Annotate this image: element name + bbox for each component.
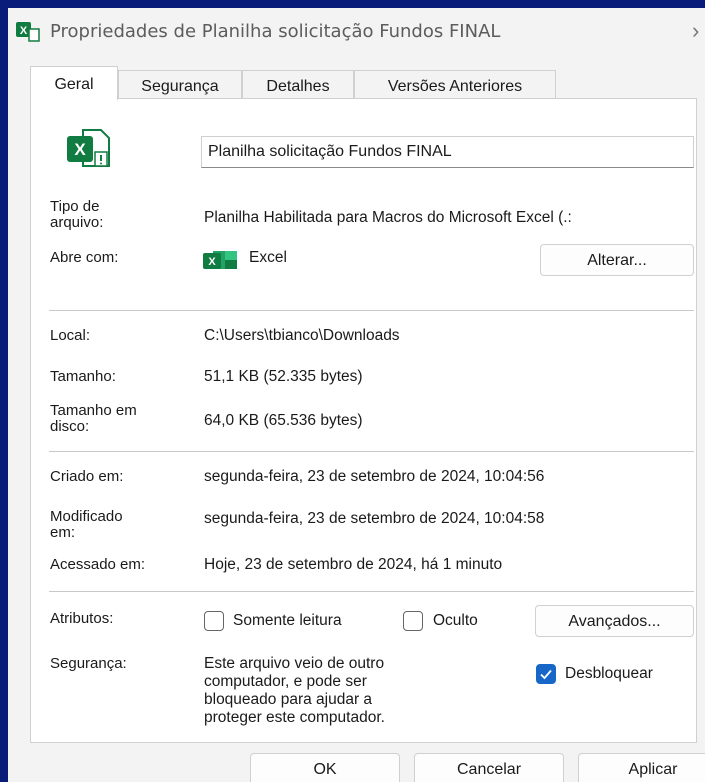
created-label: Criado em: — [50, 468, 124, 485]
tab-seguranca[interactable]: Segurança — [118, 70, 242, 98]
accessed-value: Hoje, 23 de setembro de 2024, há 1 minut… — [204, 556, 503, 573]
divider — [49, 451, 694, 452]
unblock-label: Desbloquear — [565, 665, 653, 682]
security-message-line: computador, e pode ser — [204, 673, 367, 690]
tab-detalhes-label: Detalhes — [266, 78, 330, 95]
dialog-footer: OK Cancelar Aplicar — [8, 743, 705, 782]
modified-label-line2: em: — [50, 524, 76, 541]
size-label: Tamanho: — [50, 368, 116, 385]
close-icon[interactable]: › — [692, 18, 699, 44]
unblock-checkbox[interactable] — [536, 664, 556, 684]
size-on-disk-value: 64,0 KB (65.536 bytes) — [204, 412, 363, 429]
advanced-button[interactable]: Avançados... — [535, 605, 694, 637]
title-bar: X Propriedades de Planilha solicitação F… — [8, 8, 705, 54]
file-type-label-line2: arquivo: — [50, 214, 104, 231]
size-value: 51,1 KB (52.335 bytes) — [204, 368, 363, 385]
size-on-disk-label: Tamanho em disco: — [50, 403, 137, 435]
excel-app-icon: X — [203, 249, 239, 271]
file-type-label-line1: Tipo de — [50, 198, 100, 215]
security-message-line: Este arquivo veio de outro — [204, 655, 385, 672]
modified-label: Modificado em: — [50, 509, 123, 541]
divider — [49, 310, 694, 311]
size-on-disk-label-line2: disco: — [50, 418, 90, 435]
tab-versoes-label: Versões Anteriores — [387, 78, 523, 95]
readonly-label: Somente leitura — [233, 612, 342, 629]
security-label: Segurança: — [50, 655, 127, 672]
modified-value: segunda-feira, 23 de setembro de 2024, 1… — [204, 510, 545, 527]
apply-button[interactable]: Aplicar — [578, 753, 705, 782]
security-message-line: bloqueado para ajudar a — [204, 691, 373, 708]
location-label: Local: — [50, 327, 91, 344]
hidden-checkbox[interactable] — [403, 611, 423, 631]
file-type-label: Tipo de arquivo: — [50, 199, 103, 231]
window-title: Propriedades de Planilha solicitação Fun… — [50, 21, 501, 42]
opens-with-app: Excel — [249, 249, 287, 266]
svg-text:X: X — [208, 256, 216, 268]
svg-text:X: X — [74, 140, 86, 159]
attributes-label: Atributos: — [50, 610, 114, 627]
file-name-input[interactable]: Planilha solicitação Fundos FINAL — [201, 136, 694, 168]
properties-dialog: X Propriedades de Planilha solicitação F… — [8, 8, 705, 782]
location-value: C:\Users\tbianco\Downloads — [204, 327, 400, 344]
ok-button[interactable]: OK — [250, 753, 400, 782]
size-on-disk-label-line1: Tamanho em — [50, 402, 137, 419]
tab-geral[interactable]: Geral — [30, 66, 118, 100]
tab-seguranca-label: Segurança — [141, 78, 219, 95]
general-panel: X Planilha solicitação Fundos FINAL Tipo… — [30, 98, 697, 743]
opens-with-label: Abre com: — [50, 249, 119, 266]
tab-geral-label: Geral — [54, 76, 94, 93]
svg-text:X: X — [20, 25, 28, 37]
tab-versoes-anteriores[interactable]: Versões Anteriores — [354, 70, 556, 98]
created-value: segunda-feira, 23 de setembro de 2024, 1… — [204, 468, 545, 485]
checkmark-icon — [540, 669, 552, 680]
tab-detalhes[interactable]: Detalhes — [242, 70, 354, 98]
security-message-line: proteger este computador. — [204, 709, 385, 726]
excel-file-icon: X — [65, 124, 113, 172]
accessed-label: Acessado em: — [50, 556, 146, 573]
cancel-button[interactable]: Cancelar — [414, 753, 564, 782]
hidden-label: Oculto — [433, 612, 478, 629]
security-message: Este arquivo veio de outro computador, e… — [204, 655, 385, 727]
excel-file-small-icon: X — [16, 21, 42, 43]
file-type-value: Planilha Habilitada para Macros do Micro… — [204, 209, 572, 226]
readonly-checkbox[interactable] — [204, 611, 224, 631]
change-app-button[interactable]: Alterar... — [540, 244, 694, 276]
modified-label-line1: Modificado — [50, 508, 123, 525]
divider — [49, 591, 694, 592]
